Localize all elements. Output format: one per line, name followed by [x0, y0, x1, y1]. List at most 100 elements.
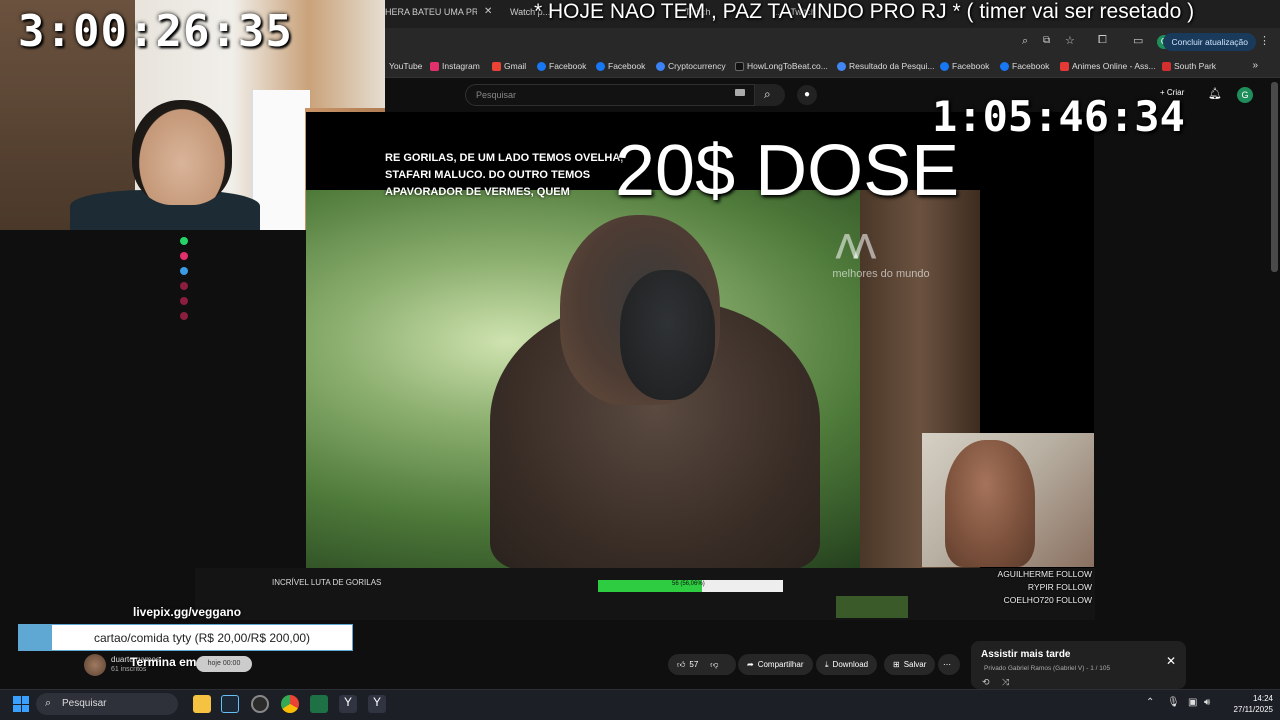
follow-alert: COELHO720 FOLLOW	[1003, 595, 1092, 605]
share-button[interactable]: ➦ Compartilhar	[738, 654, 813, 675]
clock-date[interactable]: 27/11/2025	[1224, 705, 1273, 714]
whatsapp-icon[interactable]	[180, 237, 188, 245]
browser-tab[interactable]: HERA BATEU UMA PRA P...	[385, 7, 477, 21]
inner-video-title: INCRÍVEL LUTA DE GORILAS	[272, 578, 382, 587]
shuffle-icon[interactable]: ⤨	[1002, 677, 1009, 688]
bookmark-item[interactable]: Resultado da Pesqui...	[837, 61, 935, 71]
donation-goal-text: cartao/comida tyty (R$ 20,00/R$ 200,00)	[93, 631, 311, 645]
bookmark-item[interactable]: Animes Online - Ass...	[1060, 61, 1156, 71]
dose-overlay: 20$ DOSE	[615, 131, 960, 211]
app-icon[interactable]	[180, 312, 188, 320]
thumbs-up-icon: 👍︎	[677, 659, 686, 669]
menu-dots-icon[interactable]: ⋮	[1259, 34, 1270, 47]
more-actions-button[interactable]: ⋯	[938, 654, 960, 675]
follow-alert: AGUILHERME FOLLOW	[997, 569, 1092, 579]
streamer-head	[132, 100, 232, 205]
thumbs-down-icon[interactable]: 👎︎	[710, 660, 718, 670]
bookmark-item[interactable]: Cryptocurrency	[656, 61, 726, 71]
tray-chevron-icon[interactable]: ⌃	[1146, 697, 1154, 708]
bookmark-item[interactable]: Gmail	[492, 61, 526, 71]
youtube-search-input[interactable]: Pesquisar	[465, 84, 755, 106]
bookmark-item[interactable]: Instagram	[430, 61, 480, 71]
hltb-icon	[735, 61, 744, 71]
save-button[interactable]: ⊞ Salvar	[884, 654, 936, 675]
facebook-icon	[940, 61, 949, 71]
notifications-bell-icon[interactable]: 🔔︎	[1208, 87, 1222, 100]
app-icon[interactable]	[180, 297, 188, 305]
close-tab-icon[interactable]: ✕	[484, 6, 492, 17]
app-y-icon[interactable]: Y	[368, 695, 386, 713]
search-button[interactable]: ⌕	[755, 84, 785, 106]
bookmark-item[interactable]: Facebook	[537, 61, 586, 71]
channel-avatar[interactable]	[84, 654, 106, 676]
microphone-icon[interactable]: 🎙︎	[1167, 697, 1180, 708]
install-icon[interactable]: ⧉	[1043, 35, 1050, 46]
bookmark-item[interactable]: South Park	[1162, 61, 1216, 71]
browser-toolbar: ⌕ ⧉ ☆ ⧠ ▭ G Concluir atualização ⋮	[385, 28, 1280, 56]
extensions-icon[interactable]: ⧠	[1098, 34, 1107, 47]
account-avatar[interactable]: G	[1237, 87, 1253, 103]
telegram-icon[interactable]	[180, 267, 188, 275]
search-icon: ⌕	[764, 87, 771, 101]
steam-icon[interactable]	[221, 695, 239, 713]
update-button[interactable]: Concluir atualização	[1163, 33, 1256, 51]
goal-ends-label: Termina em	[130, 655, 197, 669]
bookmark-item[interactable]: HowLongToBeat.co...	[735, 61, 828, 71]
share-label: Compartilhar	[757, 660, 804, 669]
bookmark-label: HowLongToBeat.co...	[747, 61, 828, 71]
page-scrollbar[interactable]	[1271, 82, 1278, 272]
download-button[interactable]: ⤓ Download	[816, 654, 878, 675]
bookmark-item[interactable]: Facebook	[940, 61, 989, 71]
channel-logo-icon: ᐱᐱ	[836, 229, 876, 265]
bookmark-label: Facebook	[608, 61, 646, 71]
excel-icon[interactable]	[310, 695, 328, 713]
instagram-icon[interactable]	[180, 252, 188, 260]
suggested-video-thumbnail[interactable]	[836, 596, 908, 618]
windows-start-icon[interactable]	[13, 696, 29, 712]
loop-icon[interactable]: ⟲	[982, 677, 990, 688]
app-icon[interactable]	[180, 282, 188, 290]
zoom-icon[interactable]: ⌕	[1022, 35, 1028, 48]
bookmark-item[interactable]: YouTube	[389, 61, 422, 71]
more-bookmarks-icon[interactable]: »	[1252, 60, 1258, 71]
volume-icon[interactable]: 🔊︎	[1204, 697, 1210, 708]
video-caption: RE GORILAS, DE UM LADO TEMOS OVELHA, STA…	[385, 152, 624, 198]
file-explorer-icon[interactable]	[193, 695, 211, 713]
inner-progress-label: 56 (56,06%)	[672, 581, 705, 587]
microphone-icon[interactable]: ●	[797, 85, 817, 105]
bookmark-label: Facebook	[952, 61, 990, 71]
stream-banner: * HOJE NAO TEM , PAZ TA VINDO PRO RJ * (…	[534, 0, 1195, 23]
like-button[interactable]: 👍︎ 57 👎︎	[668, 654, 736, 675]
close-icon[interactable]: ✕	[1166, 654, 1176, 668]
like-count: 57	[689, 660, 699, 669]
channel-watermark: melhores do mundo	[832, 268, 930, 280]
more-dots-icon: ⋯	[943, 660, 951, 669]
donation-goal-fill	[19, 625, 53, 650]
bookmark-label: Animes Online - Ass...	[1072, 61, 1156, 71]
facebook-icon	[537, 61, 546, 71]
inner-video-info-bar	[195, 568, 1095, 620]
bookmark-item[interactable]: Facebook	[1000, 61, 1049, 71]
follow-alerts: AGUILHERME FOLLOW RYPIR FOLLOW COELHO720…	[978, 568, 1092, 607]
bookmark-label: Instagram	[442, 61, 480, 71]
app-y-icon[interactable]: Y	[339, 695, 357, 713]
livepix-link: livepix.gg/veggano	[133, 605, 242, 619]
gmail-icon	[492, 61, 501, 71]
instagram-icon	[430, 61, 439, 71]
sidebar-icon[interactable]: ▭	[1133, 34, 1143, 47]
goal-ends-badge: hoje 00:00	[196, 656, 252, 672]
bookmarks-bar: YouTube Instagram Gmail Facebook Faceboo…	[385, 56, 1280, 78]
chrome-icon[interactable]	[281, 695, 299, 713]
download-label: Download	[832, 660, 869, 669]
bookmark-label: Facebook	[1012, 61, 1050, 71]
taskbar-search-input[interactable]: Pesquisar	[36, 693, 178, 715]
obs-icon[interactable]	[251, 695, 269, 713]
keyboard-icon[interactable]	[735, 89, 745, 96]
network-icon[interactable]: ▣	[1188, 697, 1197, 708]
facebook-icon	[596, 61, 605, 71]
clock-time[interactable]: 14:24	[1243, 694, 1273, 703]
bookmark-star-icon[interactable]: ☆	[1065, 34, 1075, 47]
bookmark-item[interactable]: Facebook	[596, 61, 645, 71]
inner-sidebar	[175, 230, 193, 390]
follow-alert: RYPIR FOLLOW	[1027, 582, 1092, 592]
